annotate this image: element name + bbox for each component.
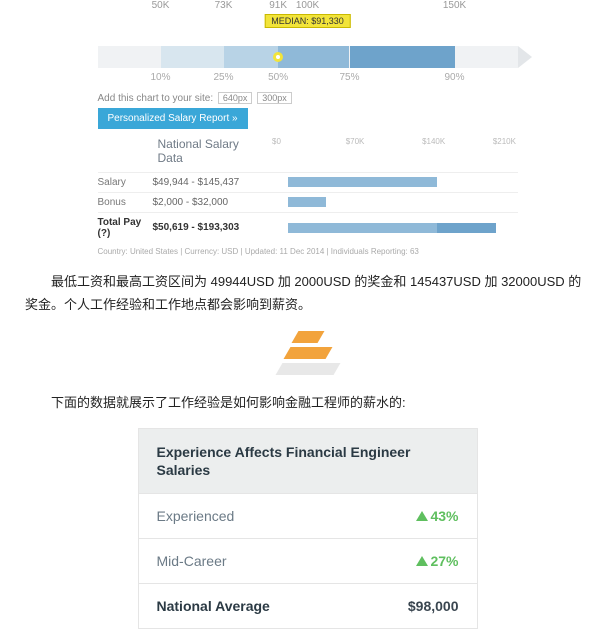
median-badge: MEDIAN: $91,330: [264, 14, 351, 28]
triangle-up-icon: [416, 511, 428, 521]
value-ticks: MEDIAN: $91,330 50K73K91K100K150K: [98, 0, 518, 14]
card-row: Experienced 43%: [139, 493, 477, 538]
pct-tick: 75%: [339, 72, 359, 83]
pct-tick: 90%: [444, 72, 464, 83]
row-label: Total Pay (?): [98, 217, 153, 239]
bar: [288, 197, 326, 207]
chart-footer: Country: United States | Currency: USD |…: [98, 247, 518, 256]
card-row-label: Mid-Career: [157, 553, 227, 569]
value-tick: 100K: [296, 0, 319, 11]
body-paragraph-2: 下面的数据就展示了工作经验是如何影响金融工程师的薪水的:: [25, 391, 590, 414]
row-range: $2,000 - $32,000: [153, 197, 248, 208]
value-tick: 50K: [152, 0, 170, 11]
chart-title: National Salary Data: [158, 137, 248, 166]
mini-tick: $140K: [422, 137, 445, 146]
row-bars: [248, 223, 518, 233]
pyramid-logo-icon: [281, 331, 335, 377]
salary-report-button[interactable]: Personalized Salary Report »: [98, 108, 248, 129]
mini-tick: $0: [272, 137, 281, 146]
card-row-avg: National Average $98,000: [139, 583, 477, 628]
value-tick: 150K: [443, 0, 466, 11]
arrow-right-icon: [518, 46, 532, 68]
row-label: Bonus: [98, 197, 153, 208]
card-row: Mid-Career 27%: [139, 538, 477, 583]
row-bars: [248, 197, 518, 207]
value-tick: 91K: [269, 0, 287, 11]
experience-card: Experience Affects Financial Engineer Sa…: [138, 428, 478, 629]
bar: [437, 223, 496, 233]
embed-hint: Add this chart to your site: 640px 300px: [98, 92, 518, 104]
row-bars: [248, 177, 518, 187]
avg-label: National Average: [157, 598, 270, 614]
bar: [288, 223, 437, 233]
mini-axis: $0 $70K $140K $210K: [256, 137, 518, 149]
segment: [161, 46, 224, 68]
percentile-ticks: 10% 25% 50% 75% 90%: [98, 72, 518, 86]
mini-tick: $210K: [493, 137, 516, 146]
salary-row: Bonus$2,000 - $32,000: [98, 192, 518, 212]
percentile-bar: [98, 46, 518, 68]
body-paragraph-1: 最低工资和最高工资区间为 49944USD 加 2000USD 的奖金和 145…: [25, 270, 590, 317]
median-dot-icon: [273, 52, 283, 62]
salary-row: Salary$49,944 - $145,437: [98, 172, 518, 192]
salary-row: Total Pay (?)$50,619 - $193,303: [98, 212, 518, 243]
row-range: $50,619 - $193,303: [153, 222, 248, 233]
avg-value: $98,000: [408, 598, 459, 614]
segment: [278, 46, 349, 68]
card-title: Experience Affects Financial Engineer Sa…: [139, 429, 477, 493]
segment: [350, 46, 455, 68]
card-row-value: 27%: [416, 553, 458, 569]
pct-tick: 50%: [268, 72, 288, 83]
mini-tick: $70K: [346, 137, 365, 146]
triangle-up-icon: [416, 556, 428, 566]
card-row-label: Experienced: [157, 508, 235, 524]
card-row-value: 43%: [416, 508, 458, 524]
pct-tick: 10%: [150, 72, 170, 83]
row-label: Salary: [98, 177, 153, 188]
value-tick: 73K: [215, 0, 233, 11]
segment: [224, 46, 279, 68]
embed-opt-640[interactable]: 640px: [218, 92, 253, 104]
bar: [288, 177, 437, 187]
embed-opt-300[interactable]: 300px: [257, 92, 292, 104]
pct-tick: 25%: [213, 72, 233, 83]
salary-distribution-chart: MEDIAN: $91,330 50K 73K 91K 100K 150K 10% 25%…: [98, 0, 518, 256]
embed-text: Add this chart to your site:: [98, 93, 214, 104]
row-range: $49,944 - $145,437: [153, 177, 248, 188]
